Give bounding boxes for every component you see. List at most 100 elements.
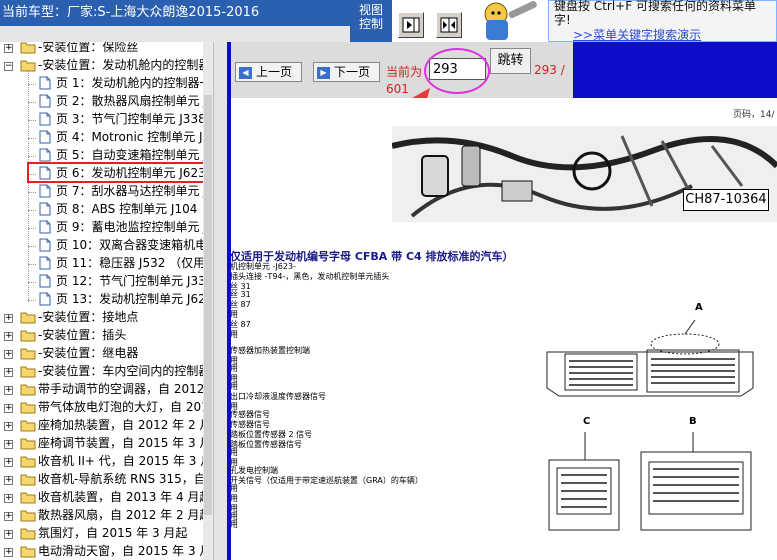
expand-toggle-icon[interactable]: +	[4, 314, 13, 323]
tree-connector-line	[28, 246, 36, 247]
expand-toggle-icon[interactable]: +	[4, 512, 13, 521]
expand-toggle-icon[interactable]: +	[4, 332, 13, 341]
tree-folder-item[interactable]: -安装位置：发动机舱内的控制器	[38, 56, 210, 74]
arrow-right-icon: ▶	[317, 66, 330, 79]
arrow-left-icon: ◀	[239, 66, 252, 79]
panel-split-icon	[440, 17, 458, 33]
tree-page-item[interactable]: 页 10：双离合器变速箱机电装	[56, 236, 213, 254]
tree-page-item[interactable]: 页 12：节气门控制单元 J338	[56, 272, 213, 290]
expand-toggle-icon[interactable]: +	[4, 458, 13, 467]
page-number-text: 页码，14/	[733, 110, 775, 120]
document-text-line: 插头连接 -T94-，黑色，发动机控制单元插头	[230, 272, 390, 281]
tree-connector-line	[28, 192, 36, 193]
tree-page-item[interactable]: 页 13：发动机控制单元 J623	[56, 290, 213, 308]
tree-page-item[interactable]: 页 8：ABS 控制单元 J104	[56, 200, 197, 218]
folder-icon	[20, 42, 36, 54]
tree-page-item[interactable]: 页 3：节气门控制单元 J338	[56, 110, 206, 128]
tree-item-label: -安装位置：车内空间内的控制器	[38, 364, 211, 378]
tree-folder-item[interactable]: -安装位置：插头	[38, 326, 126, 344]
connector-label-c: C	[583, 416, 590, 427]
document-page-icon	[39, 220, 51, 234]
tree-folder-item[interactable]: -安装位置：接地点	[38, 308, 138, 326]
tree-page-item[interactable]: 页 7：刮水器马达控制单元 J4	[56, 182, 213, 200]
document-text-line: 用	[230, 494, 238, 503]
tree-folder-item[interactable]: 散热器风扇，自 2012 年 2 月起	[38, 506, 211, 524]
expand-toggle-icon[interactable]: +	[4, 548, 13, 557]
selected-item-highlight	[27, 162, 205, 183]
tree-folder-item[interactable]: -安装位置：保险丝	[38, 42, 138, 56]
tree-item-label: 收音机-导航系统 RNS 315，自 2	[38, 472, 213, 486]
document-text-line: 丝 31	[230, 290, 251, 299]
document-text-line: 踏板位置传感器信号	[230, 440, 302, 449]
tree-folder-item[interactable]: 带手动调节的空调器，自 2012 年	[38, 380, 213, 398]
split-view-button[interactable]	[436, 12, 462, 38]
folder-icon	[20, 366, 36, 378]
document-page-icon	[39, 112, 51, 126]
document-text-line: 孔发电控制端	[230, 466, 278, 475]
tree-item-label: -安装位置：继电器	[38, 346, 139, 360]
tree-scrollbar-thumb[interactable]	[204, 95, 212, 515]
document-text-line: 丝 87	[230, 300, 251, 309]
tree-connector-line	[28, 228, 36, 229]
tree-page-item[interactable]: 页 1：发动机舱内的控制器一	[56, 74, 211, 92]
expand-toggle-icon[interactable]: +	[4, 476, 13, 485]
folder-icon	[20, 510, 36, 522]
expand-toggle-icon[interactable]: +	[4, 530, 13, 539]
collapse-toggle-icon[interactable]: −	[4, 62, 13, 71]
folder-icon	[20, 402, 36, 414]
expand-toggle-icon[interactable]: +	[4, 440, 13, 449]
menu-tree: -安装位置：保险丝 + -安装位置：发动机舱内的控制器 − 页 1：发动机舱内的控制器一…	[0, 42, 213, 560]
prev-page-button[interactable]: ◀ 上一页	[235, 62, 302, 82]
document-page-icon	[39, 76, 51, 90]
tree-item-label: 电动滑动天窗，自 2015 年 3 月起	[38, 544, 213, 558]
tree-folder-item[interactable]: 带气体放电灯泡的大灯，自 2015	[38, 398, 213, 416]
tree-page-item[interactable]: 页 9：蓄电池监控控制单元 J3	[56, 218, 213, 236]
folder-icon	[20, 420, 36, 432]
top-bar: 当前车型：厂家:S-上海大众朗逸2015-2016 视图 控制 键盘按 Ctrl…	[0, 0, 777, 42]
tree-item-label: -安装位置：接地点	[38, 310, 139, 324]
document-text-line: 用	[230, 310, 238, 319]
tree-folder-item[interactable]: 氛围灯，自 2015 年 3 月起	[38, 524, 187, 542]
folder-icon	[20, 474, 36, 486]
expand-toggle-icon[interactable]: +	[4, 494, 13, 503]
expand-toggle-icon[interactable]: +	[4, 44, 13, 53]
document-page-icon	[39, 274, 51, 288]
expand-toggle-icon[interactable]: +	[4, 386, 13, 395]
tree-item-label: 带手动调节的空调器，自 2012 年	[38, 382, 213, 396]
document-page-icon	[39, 292, 51, 306]
tree-connector-line	[28, 102, 36, 103]
document-text-line: 机控制单元 -J623-	[230, 262, 296, 271]
tree-folder-item[interactable]: 电动滑动天窗，自 2015 年 3 月起	[38, 542, 213, 560]
tree-folder-item[interactable]: 座椅调节装置，自 2015 年 3 月起	[38, 434, 213, 452]
folder-icon	[20, 330, 36, 342]
tree-folder-item[interactable]: 座椅加热装置，自 2012 年 2 月起	[38, 416, 213, 434]
tree-item-label: 页 5：自动变速箱控制单元 J2	[56, 148, 213, 162]
tree-page-item[interactable]: 页 4：Motronic 控制单元 J2	[56, 128, 210, 146]
tree-page-item[interactable]: 页 2：散热器风扇控制单元 J2	[56, 92, 213, 110]
folder-icon	[20, 348, 36, 360]
expand-toggle-icon[interactable]: +	[4, 422, 13, 431]
go-to-page-button[interactable]: 跳转	[490, 48, 531, 74]
tree-folder-item[interactable]: -安装位置：继电器	[38, 344, 138, 362]
menu-search-demo-link[interactable]: >>菜单关键字搜索演示	[573, 26, 701, 43]
document-text-line: 出口冷却液温度传感器信号	[230, 392, 326, 401]
tree-folder-item[interactable]: 收音机-导航系统 RNS 315，自 2	[38, 470, 213, 488]
tree-folder-item[interactable]: 收音机 II+ 代，自 2015 年 3 月	[38, 452, 212, 470]
tree-item-label: 页 10：双离合器变速箱机电装	[56, 238, 213, 252]
document-text-line: 用	[230, 330, 238, 339]
document-page-icon	[39, 148, 51, 162]
expand-right-button[interactable]	[398, 12, 424, 38]
expand-toggle-icon[interactable]: +	[4, 404, 13, 413]
expand-toggle-icon[interactable]: +	[4, 350, 13, 359]
document-text-line: 丝 87	[230, 320, 251, 329]
tree-item-label: -安装位置：插头	[38, 328, 127, 342]
document-text-line: 用	[230, 520, 238, 529]
tree-page-item[interactable]: 页 11：稳压器 J532 （仅用于	[56, 254, 213, 272]
expand-toggle-icon[interactable]: +	[4, 368, 13, 377]
tree-folder-item[interactable]: -安装位置：车内空间内的控制器	[38, 362, 210, 380]
document-page-icon	[39, 202, 51, 216]
tree-item-label: -安装位置：发动机舱内的控制器	[38, 58, 211, 72]
tree-folder-item[interactable]: 收音机装置，自 2013 年 4 月起	[38, 488, 211, 506]
pane-splitter[interactable]	[213, 42, 227, 560]
next-page-button[interactable]: ▶ 下一页	[313, 62, 380, 82]
